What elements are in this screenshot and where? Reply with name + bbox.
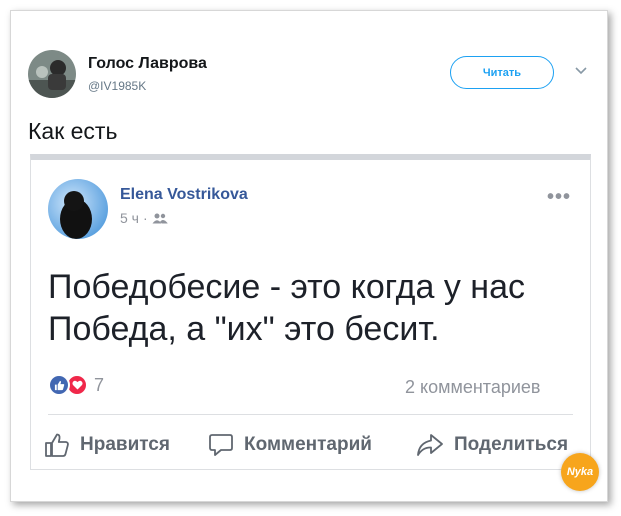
- tweet-author-avatar[interactable]: [28, 50, 76, 98]
- share-arrow-icon: [417, 434, 443, 456]
- tweet-author-handle[interactable]: @IV1985K: [88, 79, 146, 93]
- divider: [48, 414, 573, 415]
- thumbs-up-icon: [45, 433, 69, 457]
- share-button-label: Поделиться: [454, 434, 569, 455]
- like-button[interactable]: Нравится: [44, 432, 170, 458]
- chevron-down-icon[interactable]: [574, 66, 588, 76]
- more-options-icon[interactable]: •••: [547, 186, 571, 209]
- watermark-text: Nyka: [566, 466, 594, 478]
- like-button-label: Нравится: [80, 434, 170, 455]
- comment-bubble-icon: [209, 434, 233, 456]
- comment-button[interactable]: Комментарий: [208, 432, 372, 458]
- fb-post-meta: 5 ч ·: [120, 210, 168, 226]
- friends-icon: [152, 213, 168, 223]
- fb-post-time[interactable]: 5 ч: [120, 210, 139, 226]
- watermark-logo: Nyka: [561, 453, 599, 491]
- tweet-author-name[interactable]: Голос Лаврова: [88, 55, 207, 73]
- follow-button[interactable]: Читать: [450, 56, 554, 89]
- comment-button-label: Комментарий: [244, 434, 372, 455]
- meta-separator: ·: [142, 210, 148, 226]
- comments-count-link[interactable]: 2 комментариев: [405, 377, 541, 398]
- like-reaction-icon: [48, 374, 70, 396]
- reactions-summary[interactable]: 7: [48, 374, 104, 396]
- share-button[interactable]: Поделиться: [416, 432, 568, 458]
- tweet-text: Как есть: [28, 118, 118, 144]
- reaction-count: 7: [94, 374, 105, 395]
- fb-post-text: Победобесие - это когда у нас Победа, а …: [48, 268, 525, 348]
- fb-author-name[interactable]: Elena Vostrikova: [120, 186, 248, 204]
- fb-author-avatar[interactable]: [48, 179, 108, 239]
